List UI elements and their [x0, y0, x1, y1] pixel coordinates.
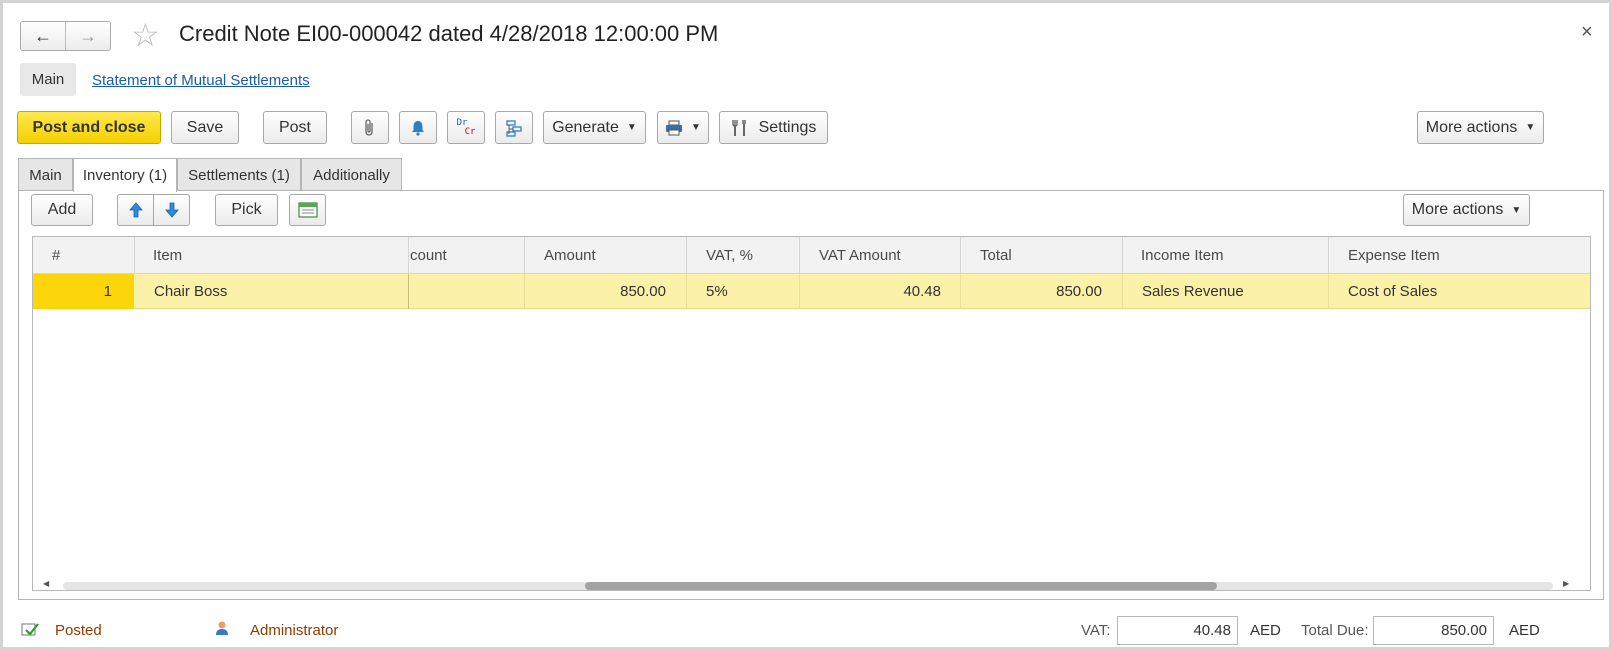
column-header-expense-item[interactable]: Expense Item: [1348, 237, 1548, 274]
barcode-button[interactable]: [289, 194, 326, 226]
column-divider: [524, 237, 525, 274]
favorite-star-icon[interactable]: ☆: [131, 19, 160, 51]
scrollbar-thumb[interactable]: [585, 582, 1217, 590]
column-divider: [524, 274, 525, 309]
inventory-table: # Item count Amount VAT, % VAT Amount To…: [32, 236, 1591, 591]
paperclip-icon: [365, 118, 373, 136]
hierarchy-icon: [506, 119, 522, 137]
column-divider: [134, 237, 135, 274]
column-header-amount[interactable]: Amount: [544, 237, 664, 274]
post-and-close-button[interactable]: Post and close: [17, 111, 161, 144]
chevron-down-icon: ▼: [626, 122, 637, 133]
close-icon[interactable]: ×: [1581, 21, 1593, 44]
user-icon: [216, 621, 228, 635]
print-button[interactable]: ▼: [657, 111, 709, 144]
horizontal-scrollbar[interactable]: ◀ ▶: [43, 579, 1573, 591]
row-number[interactable]: 1: [33, 274, 134, 309]
cell-expense-item[interactable]: Cost of Sales: [1348, 274, 1548, 309]
column-divider: [408, 237, 409, 274]
table-header: # Item count Amount VAT, % VAT Amount To…: [33, 237, 1590, 274]
column-header-vat-amount[interactable]: VAT Amount: [819, 237, 949, 274]
cell-vat-amount[interactable]: 40.48: [801, 274, 941, 309]
cell-account[interactable]: [410, 274, 522, 309]
post-button[interactable]: Post: [263, 111, 327, 144]
cell-vat-percent[interactable]: 5%: [706, 274, 796, 309]
scroll-left-icon[interactable]: ◀: [43, 579, 49, 588]
column-header-number[interactable]: #: [52, 237, 112, 274]
column-divider: [799, 237, 800, 274]
total-due-label: Total Due:: [1301, 622, 1369, 639]
grid-more-actions-label: More actions: [1411, 201, 1504, 218]
attachment-button[interactable]: [351, 111, 389, 144]
arrow-up-icon: [128, 202, 143, 218]
more-actions-label: More actions: [1425, 118, 1518, 136]
responsible-user[interactable]: Administrator: [250, 622, 338, 639]
column-divider: [1122, 237, 1123, 274]
history-nav: ← →: [20, 21, 111, 51]
settings-label: Settings: [758, 118, 817, 136]
column-divider: [686, 274, 687, 309]
journal-entries-button[interactable]: Dr Cr: [447, 111, 485, 144]
bell-icon: [412, 120, 424, 136]
more-actions-button[interactable]: More actions ▼: [1417, 111, 1544, 144]
tab-main[interactable]: Main: [18, 158, 73, 191]
tab-additionally[interactable]: Additionally: [301, 158, 402, 191]
column-divider: [960, 237, 961, 274]
structure-button[interactable]: [495, 111, 533, 144]
cell-amount[interactable]: 850.00: [526, 274, 666, 309]
forward-arrow-icon[interactable]: →: [65, 22, 110, 50]
scroll-right-icon[interactable]: ▶: [1563, 579, 1569, 588]
posted-check-icon: [21, 623, 39, 636]
column-divider: [1328, 237, 1329, 274]
chevron-down-icon: ▼: [691, 122, 701, 133]
cr-icon: Cr: [464, 126, 476, 137]
column-divider: [1328, 274, 1329, 309]
column-header-vat-percent[interactable]: VAT, %: [706, 237, 796, 274]
column-divider: [960, 274, 961, 309]
tools-icon: [731, 119, 746, 136]
grid-more-actions-button[interactable]: More actions ▼: [1403, 194, 1530, 226]
total-due-field: 850.00: [1373, 616, 1494, 645]
status-posted[interactable]: Posted: [55, 622, 102, 639]
arrow-down-icon: [164, 202, 179, 218]
page-title: Credit Note EI00-000042 dated 4/28/2018 …: [179, 21, 719, 46]
vat-label: VAT:: [1081, 622, 1111, 639]
column-divider: [408, 274, 409, 309]
settings-button[interactable]: Settings: [719, 111, 828, 144]
back-arrow-icon[interactable]: ←: [21, 22, 65, 50]
column-header-account[interactable]: count: [410, 237, 510, 274]
total-due-currency: AED: [1509, 622, 1540, 639]
tab-inventory[interactable]: Inventory (1): [73, 158, 177, 192]
vat-field: 40.48: [1117, 616, 1238, 645]
table-input-icon: [297, 202, 318, 218]
column-header-total[interactable]: Total: [980, 237, 1100, 274]
column-divider: [1122, 274, 1123, 309]
pick-button[interactable]: Pick: [215, 194, 278, 226]
reminder-button[interactable]: [399, 111, 437, 144]
column-header-income-item[interactable]: Income Item: [1141, 237, 1321, 274]
window-frame: ← → ☆ Credit Note EI00-000042 dated 4/28…: [0, 0, 1612, 650]
column-divider: [799, 274, 800, 309]
cell-item[interactable]: Chair Boss: [154, 274, 404, 309]
move-down-button[interactable]: [153, 194, 190, 226]
chevron-down-icon: ▼: [1525, 122, 1536, 133]
cell-total[interactable]: 850.00: [962, 274, 1102, 309]
tab-settlements[interactable]: Settlements (1): [177, 158, 301, 191]
printer-icon: [666, 120, 683, 135]
move-up-button[interactable]: [117, 194, 154, 226]
vat-currency: AED: [1250, 622, 1281, 639]
generate-button[interactable]: Generate ▼: [543, 111, 646, 144]
cell-income-item[interactable]: Sales Revenue: [1142, 274, 1322, 309]
column-header-item[interactable]: Item: [153, 237, 383, 274]
mutual-settlements-link[interactable]: Statement of Mutual Settlements: [92, 72, 310, 89]
save-button[interactable]: Save: [171, 111, 239, 144]
generate-label: Generate: [552, 118, 619, 136]
chevron-down-icon: ▼: [1511, 204, 1522, 216]
column-divider: [686, 237, 687, 274]
table-row[interactable]: 1 Chair Boss 850.00 5% 40.48 850.00 Sale…: [33, 274, 1590, 309]
nav-main[interactable]: Main: [20, 63, 76, 96]
add-button[interactable]: Add: [31, 194, 93, 226]
